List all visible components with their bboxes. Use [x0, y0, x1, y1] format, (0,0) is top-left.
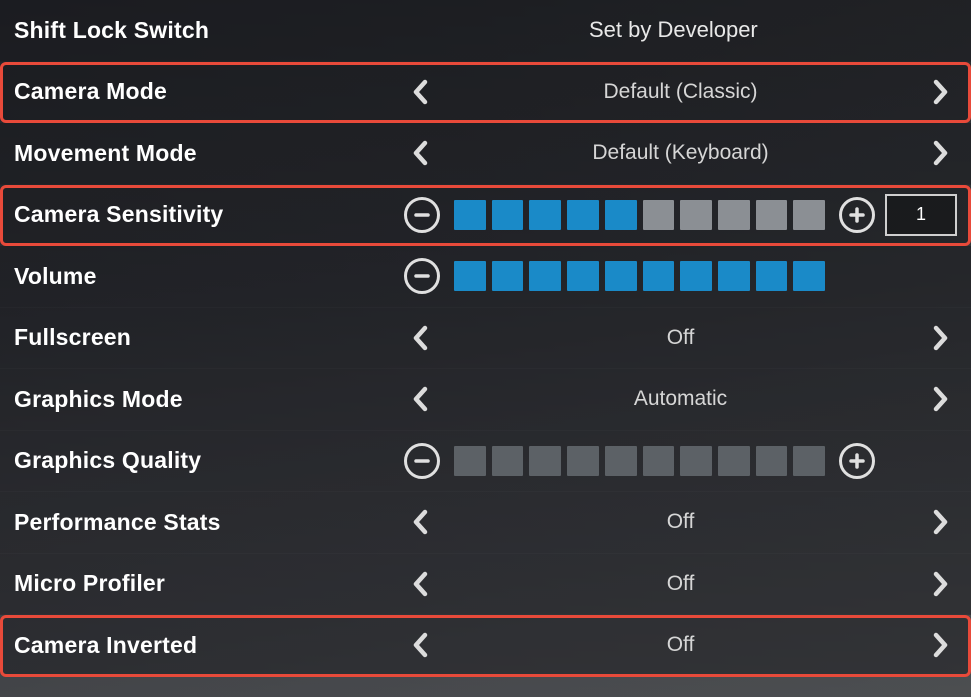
row-micro-profiler: Micro Profiler Off — [0, 554, 971, 616]
minus-icon[interactable] — [404, 197, 440, 233]
segment — [793, 446, 825, 476]
segment — [718, 261, 750, 291]
label-camera-mode: Camera Mode — [14, 78, 404, 105]
chevron-left-icon[interactable] — [404, 505, 438, 539]
segment — [643, 261, 675, 291]
value-fullscreen: Off — [438, 326, 923, 350]
sensitivity-input[interactable] — [885, 194, 957, 236]
chevron-right-icon[interactable] — [923, 321, 957, 355]
segment — [605, 446, 637, 476]
minus-icon[interactable] — [404, 258, 440, 294]
chevron-right-icon[interactable] — [923, 136, 957, 170]
settings-panel: Shift Lock Switch Set by Developer Camer… — [0, 0, 971, 677]
label-movement-mode: Movement Mode — [14, 140, 404, 167]
segment — [567, 446, 599, 476]
row-volume: Volume — [0, 246, 971, 308]
segment — [756, 200, 788, 230]
chevron-right-icon[interactable] — [923, 567, 957, 601]
label-shift-lock: Shift Lock Switch — [14, 17, 404, 44]
segment — [529, 446, 561, 476]
segment — [756, 446, 788, 476]
row-shift-lock: Shift Lock Switch Set by Developer — [0, 0, 971, 62]
segment — [492, 261, 524, 291]
value-movement-mode: Default (Keyboard) — [438, 141, 923, 165]
row-camera-sensitivity: Camera Sensitivity — [0, 185, 971, 247]
segment — [605, 200, 637, 230]
plus-icon[interactable] — [839, 197, 875, 233]
row-graphics-quality: Graphics Quality — [0, 431, 971, 493]
segment — [756, 261, 788, 291]
value-micro-profiler: Off — [438, 572, 923, 596]
segment — [605, 261, 637, 291]
segment — [793, 200, 825, 230]
graphics-quality-bar[interactable] — [450, 446, 829, 476]
row-performance-stats: Performance Stats Off — [0, 492, 971, 554]
segment — [454, 261, 486, 291]
segment — [680, 261, 712, 291]
chevron-right-icon[interactable] — [923, 75, 957, 109]
value-performance-stats: Off — [438, 510, 923, 534]
chevron-left-icon[interactable] — [404, 567, 438, 601]
segment — [529, 261, 561, 291]
value-camera-mode: Default (Classic) — [438, 80, 923, 104]
chevron-left-icon[interactable] — [404, 136, 438, 170]
segment — [718, 200, 750, 230]
segment — [454, 200, 486, 230]
label-micro-profiler: Micro Profiler — [14, 570, 404, 597]
chevron-right-icon[interactable] — [923, 505, 957, 539]
chevron-right-icon[interactable] — [923, 628, 957, 662]
sensitivity-bar[interactable] — [450, 200, 829, 230]
value-graphics-mode: Automatic — [438, 387, 923, 411]
segment — [643, 446, 675, 476]
row-movement-mode: Movement Mode Default (Keyboard) — [0, 123, 971, 185]
segment — [454, 446, 486, 476]
chevron-left-icon[interactable] — [404, 628, 438, 662]
segment — [718, 446, 750, 476]
segment — [680, 446, 712, 476]
minus-icon[interactable] — [404, 443, 440, 479]
label-graphics-quality: Graphics Quality — [14, 447, 404, 474]
segment — [567, 200, 599, 230]
row-camera-inverted: Camera Inverted Off — [0, 615, 971, 677]
segment — [529, 200, 561, 230]
plus-icon[interactable] — [839, 443, 875, 479]
segment — [567, 261, 599, 291]
label-camera-inverted: Camera Inverted — [14, 632, 404, 659]
segment — [492, 200, 524, 230]
chevron-right-icon[interactable] — [923, 382, 957, 416]
label-volume: Volume — [14, 263, 404, 290]
label-fullscreen: Fullscreen — [14, 324, 404, 351]
chevron-left-icon[interactable] — [404, 382, 438, 416]
chevron-left-icon[interactable] — [404, 75, 438, 109]
label-camera-sensitivity: Camera Sensitivity — [14, 201, 404, 228]
value-shift-lock: Set by Developer — [404, 17, 957, 43]
volume-bar[interactable] — [450, 261, 829, 291]
value-camera-inverted: Off — [438, 633, 923, 657]
row-fullscreen: Fullscreen Off — [0, 308, 971, 370]
segment — [793, 261, 825, 291]
label-performance-stats: Performance Stats — [14, 509, 404, 536]
segment — [643, 200, 675, 230]
chevron-left-icon[interactable] — [404, 321, 438, 355]
segment — [492, 446, 524, 476]
row-camera-mode: Camera Mode Default (Classic) — [0, 62, 971, 124]
row-graphics-mode: Graphics Mode Automatic — [0, 369, 971, 431]
label-graphics-mode: Graphics Mode — [14, 386, 404, 413]
segment — [680, 200, 712, 230]
